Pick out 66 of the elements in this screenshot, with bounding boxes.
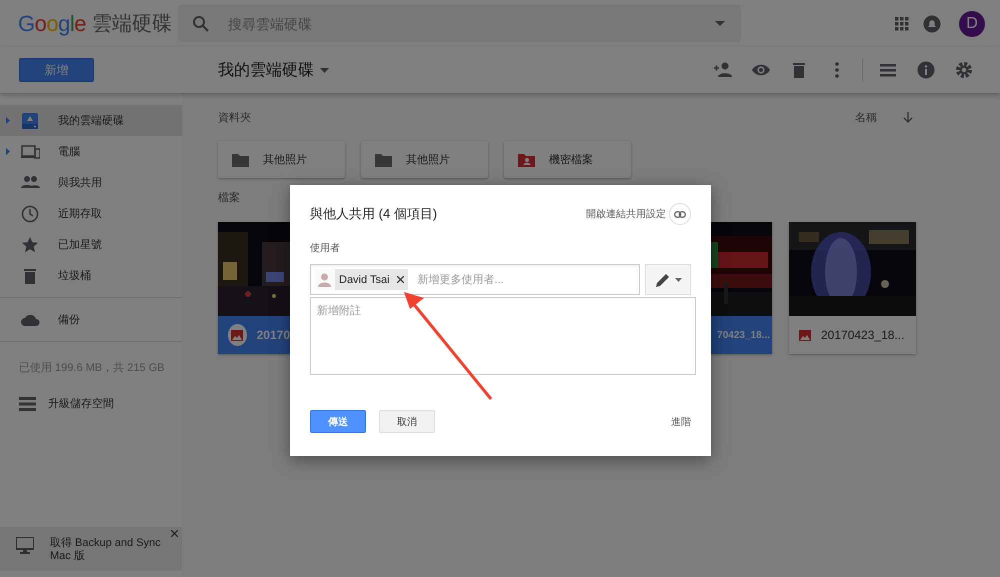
- location-title[interactable]: 我的雲端硬碟: [218, 60, 314, 80]
- settings-icon[interactable]: [954, 61, 974, 79]
- upgrade-storage-link[interactable]: 升級儲存空間: [48, 396, 114, 411]
- note-field[interactable]: 新增附註: [310, 297, 696, 375]
- folder-card[interactable]: 其他照片: [218, 141, 345, 178]
- section-heading: 檔案: [218, 190, 240, 206]
- sidebar-item[interactable]: 我的雲端硬碟: [0, 105, 182, 136]
- account-avatar[interactable]: D: [959, 10, 985, 36]
- link-sharing-button[interactable]: 開啟連結共用設定: [586, 207, 666, 221]
- expand-arrow-icon[interactable]: [6, 148, 10, 155]
- new-button[interactable]: 新增: [19, 58, 94, 82]
- permission-button[interactable]: [645, 264, 691, 295]
- list-view-icon[interactable]: [878, 61, 898, 79]
- sidebar-item[interactable]: 近期存取: [0, 198, 182, 229]
- pencil-icon: [654, 272, 671, 288]
- link-icon[interactable]: [674, 210, 686, 218]
- computers-icon: [20, 142, 40, 160]
- caret-icon: [674, 278, 682, 282]
- expand-arrow-icon[interactable]: [6, 117, 10, 124]
- caret-icon[interactable]: [320, 68, 329, 72]
- add-person-icon[interactable]: [713, 61, 733, 79]
- info-icon[interactable]: [916, 61, 936, 79]
- avatar-icon: [317, 272, 332, 287]
- clock-icon: [20, 204, 40, 222]
- caret-icon: [715, 21, 725, 26]
- folder-icon: [232, 152, 249, 167]
- person-chip[interactable]: David Tsai: [314, 269, 408, 290]
- dialog-title: 與他人共用 (4 個項目): [310, 205, 438, 223]
- field-label: 使用者: [310, 242, 341, 255]
- notifications-icon[interactable]: [923, 14, 941, 32]
- file-card[interactable]: 20170423_18...: [789, 222, 916, 354]
- apps-grid-icon[interactable]: [895, 16, 909, 30]
- file-card[interactable]: 20170: [218, 222, 290, 354]
- file-name: 20170: [256, 328, 290, 342]
- search-icon: [192, 14, 210, 32]
- drive-icon: [20, 112, 40, 130]
- banner-text: 取得 Backup and Sync Mac 版: [50, 536, 162, 563]
- advanced-link[interactable]: 進階: [671, 414, 691, 428]
- star-icon: [20, 236, 40, 254]
- product-name: 雲端硬碟: [92, 12, 172, 37]
- section-heading: 資料夾: [218, 110, 251, 124]
- send-button[interactable]: 傳送: [310, 410, 366, 433]
- storage-icon: [19, 396, 36, 410]
- image-file-icon: [231, 330, 244, 340]
- file-name: 20170423_18...: [821, 328, 904, 342]
- sort-arrow-icon[interactable]: [903, 112, 913, 122]
- remove-icon[interactable]: [396, 276, 404, 282]
- folder-icon: [375, 152, 392, 167]
- folder-card[interactable]: 其他照片: [361, 141, 488, 178]
- sidebar-item[interactable]: 電腦: [0, 136, 182, 167]
- sort-label[interactable]: 名稱: [855, 110, 877, 124]
- cancel-button[interactable]: 取消: [379, 410, 435, 433]
- shared-folder-icon: [518, 152, 535, 167]
- sidebar-item[interactable]: 垃圾桶: [0, 260, 182, 291]
- add-people-input[interactable]: 新增更多使用者...: [416, 272, 640, 286]
- monitor-icon: [16, 537, 34, 554]
- sidebar-item[interactable]: 備份: [0, 304, 182, 335]
- close-icon[interactable]: [171, 530, 178, 537]
- file-card[interactable]: 70423_18...: [710, 222, 772, 354]
- image-file-icon: [799, 330, 811, 340]
- folder-card[interactable]: 機密檔案: [504, 141, 631, 178]
- sidebar-item[interactable]: 已加星號: [0, 229, 182, 260]
- google-logo: Google: [18, 10, 86, 36]
- people-field[interactable]: David Tsai 新增更多使用者...: [310, 264, 640, 295]
- sidebar-item[interactable]: 與我共用: [0, 167, 182, 198]
- file-name: 70423_18...: [717, 330, 770, 340]
